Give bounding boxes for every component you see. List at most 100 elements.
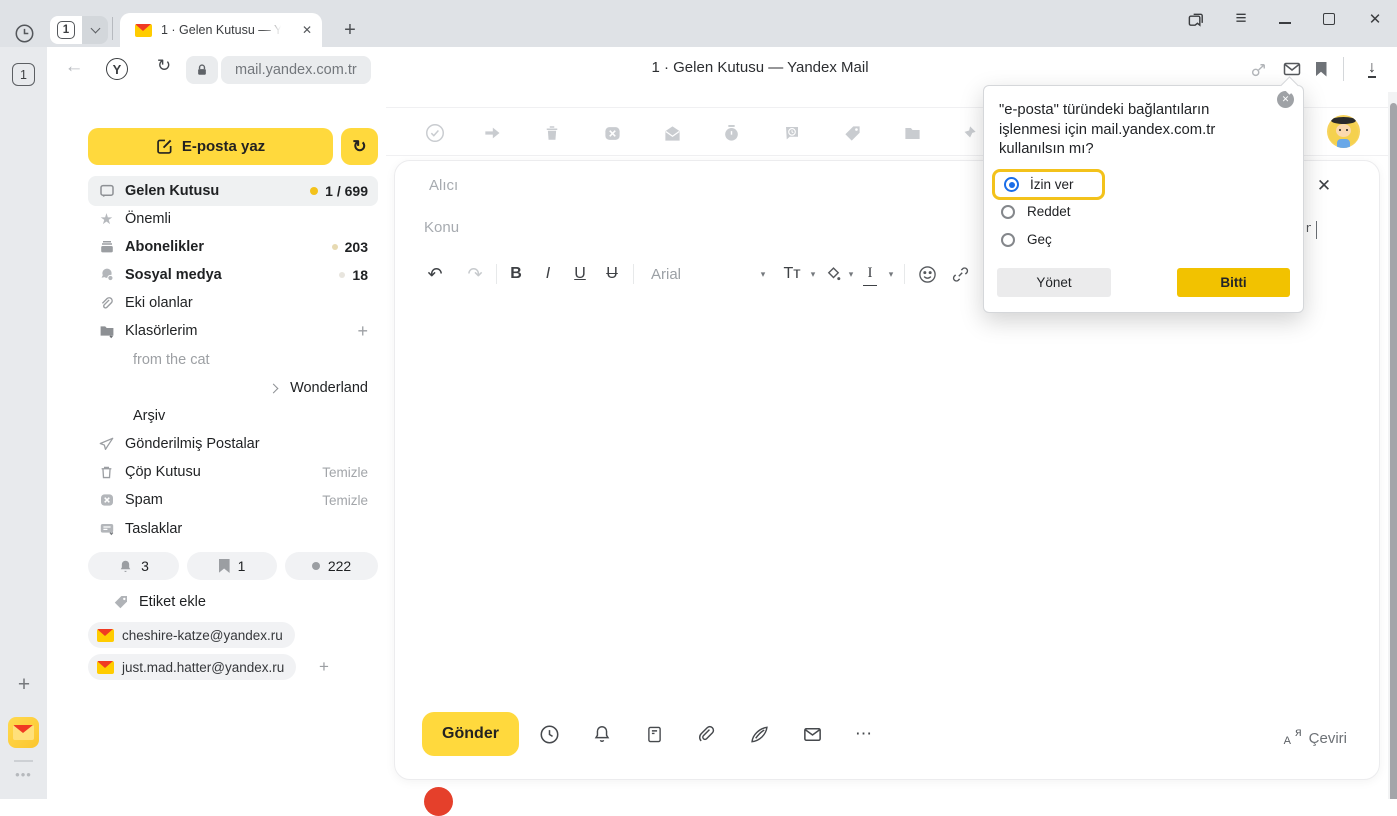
yandex-logo-icon[interactable]: Y xyxy=(106,58,128,80)
yandex-mail-icon xyxy=(97,629,114,642)
send-button[interactable]: Gönder xyxy=(422,712,519,756)
folder-sent[interactable]: Gönderilmiş Postalar xyxy=(88,430,378,458)
fill-color-button[interactable] xyxy=(823,262,843,286)
radio-selected-icon[interactable] xyxy=(1004,177,1019,192)
ssl-lock-icon[interactable] xyxy=(186,56,218,84)
unread-dot xyxy=(339,272,345,278)
option-skip[interactable]: Geç xyxy=(1001,232,1052,247)
window-close-button[interactable]: ✕ xyxy=(1360,4,1390,34)
attach-file-icon[interactable] xyxy=(693,721,719,747)
menu-icon[interactable]: ≡ xyxy=(1226,4,1256,34)
account-item[interactable]: cheshire-katze@yandex.ru xyxy=(88,622,295,648)
insert-link-icon[interactable] xyxy=(948,262,972,286)
tab-close-icon[interactable]: ✕ xyxy=(302,23,312,37)
to-field[interactable]: Alıcı xyxy=(429,177,458,194)
from-chevron-icon[interactable] xyxy=(1316,221,1317,239)
popup-close-icon[interactable]: ✕ xyxy=(1277,91,1294,108)
strikethrough-button[interactable]: U xyxy=(600,262,624,286)
expand-chevron-icon[interactable] xyxy=(269,383,279,393)
folder-label: Eki olanlar xyxy=(125,295,193,311)
fill-color-chevron-icon[interactable]: ▾ xyxy=(845,262,857,286)
bookmark-icon[interactable] xyxy=(1308,56,1334,82)
radio-icon[interactable] xyxy=(1001,233,1015,247)
font-family-chevron-icon[interactable]: ▾ xyxy=(757,262,769,286)
folder-attachments[interactable]: Eki olanlar xyxy=(88,289,378,317)
browser-titlebar: 1 1 · Gelen Kutusu — Yand ✕ + ≡ ✕ xyxy=(0,0,1397,47)
add-label-button[interactable]: Etiket ekle xyxy=(88,588,378,616)
underline-button[interactable]: U xyxy=(568,262,592,286)
active-tab[interactable]: 1 · Gelen Kutusu — Yand ✕ xyxy=(120,13,322,47)
tab-group-control[interactable]: 1 xyxy=(50,16,108,44)
share-icon[interactable] xyxy=(1246,56,1272,82)
sidebar-more-icon[interactable]: ••• xyxy=(8,767,39,782)
reload-icon[interactable]: ↻ xyxy=(151,56,177,76)
folder-wonderland[interactable]: Wonderland xyxy=(88,374,378,402)
folder-subscriptions[interactable]: Abonelikler 203 xyxy=(88,233,378,261)
attach-from-disk-icon[interactable] xyxy=(746,721,772,747)
manage-button[interactable]: Yönet xyxy=(997,268,1111,297)
empty-spam-link[interactable]: Temizle xyxy=(322,493,368,508)
translate-icon: Aя xyxy=(1284,727,1304,747)
browser-sidebar: 1 + ••• xyxy=(0,47,47,799)
window-minimize-button[interactable] xyxy=(1270,4,1300,34)
italic-button[interactable]: I xyxy=(536,262,560,286)
folder-label: Spam xyxy=(125,492,163,508)
text-color-chevron-icon[interactable]: ▾ xyxy=(885,262,897,286)
add-folder-icon[interactable]: + xyxy=(357,321,368,342)
folder-from-the-cat[interactable]: from the cat xyxy=(88,346,378,374)
subject-field[interactable]: Konu xyxy=(424,219,459,236)
font-family-select[interactable]: Arial xyxy=(651,262,695,286)
attach-from-mail-icon[interactable] xyxy=(799,721,825,747)
new-tab-button[interactable]: + xyxy=(336,16,364,44)
folder-important[interactable]: ★ Önemli xyxy=(88,205,378,233)
side-panels-icon[interactable] xyxy=(1181,4,1211,34)
folder-drafts[interactable]: Taslaklar xyxy=(88,515,378,543)
font-size-select[interactable]: Tт xyxy=(777,262,807,286)
tab-group-chevron-icon[interactable] xyxy=(82,16,108,44)
folder-my-folders[interactable]: Klasörlerim + xyxy=(88,317,378,345)
user-avatar[interactable] xyxy=(1327,115,1360,148)
folder-archive[interactable]: Arşiv xyxy=(88,402,378,430)
compose-email-button[interactable]: E-posta yaz xyxy=(88,128,333,165)
template-icon[interactable] xyxy=(641,721,667,747)
remind-icon xyxy=(780,121,804,145)
emoji-icon[interactable] xyxy=(915,262,939,286)
history-icon[interactable] xyxy=(13,22,35,44)
text-color-button[interactable]: I xyxy=(863,262,877,286)
option-deny[interactable]: Reddet xyxy=(1001,204,1071,219)
account-item[interactable]: just.mad.hatter@yandex.ru xyxy=(88,654,296,680)
bold-button[interactable]: B xyxy=(504,262,528,286)
window-maximize-button[interactable] xyxy=(1314,4,1344,34)
folder-inbox[interactable]: Gelen Kutusu 1 / 699 xyxy=(88,176,378,206)
bookmarked-filter-pill[interactable]: 1 xyxy=(187,552,277,580)
schedule-send-icon[interactable] xyxy=(536,721,562,747)
folder-social[interactable]: Sosyal medya 18 xyxy=(88,261,378,289)
back-icon[interactable]: ← xyxy=(61,56,87,78)
tab-group-count-badge[interactable]: 1 xyxy=(50,16,82,44)
undo-icon[interactable]: ↶ xyxy=(423,262,447,286)
download-icon[interactable]: ↓ xyxy=(1359,56,1385,82)
done-button[interactable]: Bitti xyxy=(1177,268,1290,297)
font-size-chevron-icon[interactable]: ▾ xyxy=(807,262,819,286)
empty-trash-link[interactable]: Temizle xyxy=(322,465,368,480)
inbox-icon xyxy=(98,183,115,199)
reminders-filter-pill[interactable]: 3 xyxy=(88,552,179,580)
add-account-icon[interactable]: + xyxy=(311,654,337,680)
more-options-icon[interactable]: ⋯ xyxy=(851,721,877,747)
tab-counter-badge[interactable]: 1 xyxy=(12,63,35,86)
option-allow[interactable]: İzin ver xyxy=(992,169,1105,200)
notify-icon[interactable] xyxy=(589,721,615,747)
refresh-mail-button[interactable]: ↻ xyxy=(341,128,378,165)
radio-icon[interactable] xyxy=(1001,205,1015,219)
sidebar-add-icon[interactable]: + xyxy=(10,671,38,699)
yandex-mail-app-icon[interactable] xyxy=(8,717,39,748)
close-compose-icon[interactable]: ✕ xyxy=(1313,175,1335,197)
scrollbar-thumb[interactable] xyxy=(1390,103,1397,799)
popup-question: "e-posta" türündeki bağlantıların işlenm… xyxy=(999,101,1251,160)
folder-trash[interactable]: Çöp Kutusu Temizle xyxy=(88,458,378,486)
folder-label: Gelen Kutusu xyxy=(125,183,219,199)
url-field[interactable]: mail.yandex.com.tr xyxy=(221,56,371,84)
unread-filter-pill[interactable]: 222 xyxy=(285,552,378,580)
folder-spam[interactable]: Spam Temizle xyxy=(88,486,378,514)
translate-button[interactable]: Aя Çeviri xyxy=(1284,721,1347,747)
